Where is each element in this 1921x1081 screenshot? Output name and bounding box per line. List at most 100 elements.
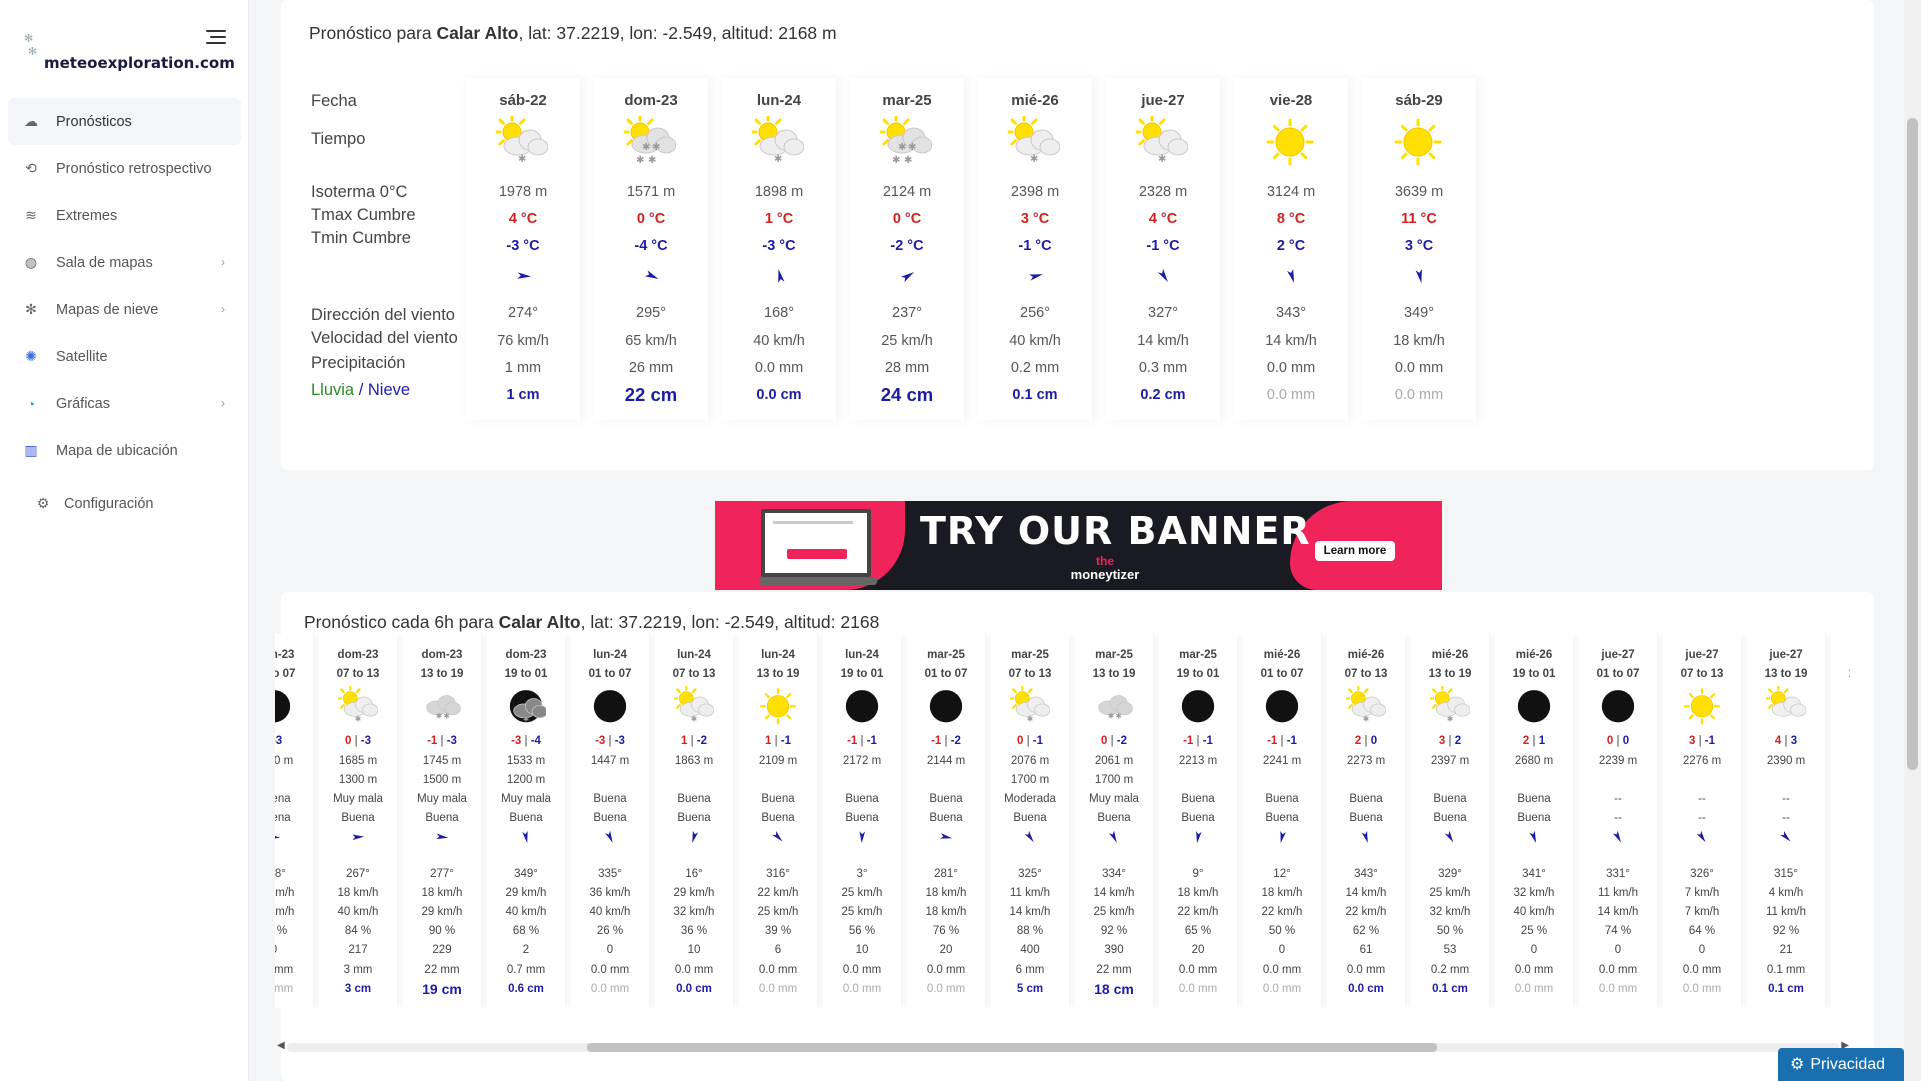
wind-arrow-icon bbox=[1024, 830, 1034, 843]
col-temps: 0 | -3 bbox=[344, 735, 372, 747]
learn-more-button[interactable]: Learn more bbox=[1315, 541, 1395, 561]
menu-item-3[interactable]: ◍ Sala de mapas › bbox=[8, 239, 241, 286]
day-date: sáb-29 bbox=[1395, 92, 1443, 109]
col-isotherm: 2241 m bbox=[1262, 755, 1302, 767]
banner-brand: the moneytizer bbox=[1070, 554, 1140, 582]
sun-cloud-snow-icon: ✱ bbox=[1008, 116, 1060, 165]
col-visibility-b: Buena bbox=[1013, 812, 1047, 824]
col-wind-direction: 335° bbox=[598, 868, 622, 880]
menu-item-0[interactable]: ☁ Pronósticos bbox=[8, 98, 241, 145]
col-cape: 0 bbox=[275, 944, 313, 956]
col-humidity: 25 % bbox=[1520, 925, 1548, 937]
menu-item-5[interactable]: ✺ Satellite bbox=[8, 333, 241, 380]
horizontal-scroll-thumb[interactable] bbox=[587, 1043, 1437, 1052]
wind-arrow-icon bbox=[1612, 830, 1622, 843]
day-column: jue-27 ✱ 2328 m 4 °C -1 °C 327° 14 km/h 0.3 mm 0… bbox=[1106, 78, 1220, 420]
wind-arrow-icon bbox=[1280, 830, 1286, 844]
col-period: 13 to 19 bbox=[1092, 668, 1136, 680]
day-wind-direction: 256° bbox=[1020, 305, 1050, 321]
col-snow-level: 1700 m bbox=[1010, 774, 1050, 786]
col-precipitation: 0.0 mm bbox=[926, 964, 966, 976]
menu-item-1[interactable]: ⟲ Pronóstico retrospectivo bbox=[8, 145, 241, 192]
day-tmax: 1 °C bbox=[764, 211, 794, 227]
col-snow: 0.0 mm bbox=[590, 983, 630, 995]
col-period: 19 to 01 bbox=[1512, 668, 1556, 680]
wind-arrow-icon bbox=[1157, 268, 1168, 283]
vertical-scroll-thumb[interactable] bbox=[1907, 118, 1918, 770]
col-wind-gust: 22 km/h bbox=[1177, 906, 1219, 918]
ad-banner[interactable]: TRY OUR BANNER the moneytizer Learn more bbox=[715, 501, 1442, 590]
sun-cloud-icon bbox=[1766, 686, 1806, 717]
sun-cloud-snow-icon: ✱ bbox=[674, 686, 714, 724]
col-cape: 0 bbox=[1614, 944, 1622, 956]
svg-text:✱: ✱ bbox=[523, 715, 530, 724]
col-temps: 3 | 2 bbox=[1438, 735, 1462, 747]
menu-toggle-icon[interactable] bbox=[206, 30, 226, 44]
sixhour-column: mar-25 07 to 13 ✱ 0 | -1 2076 m 1700 m Moderad… bbox=[991, 634, 1069, 1008]
day-tmin: -3 °C bbox=[506, 238, 540, 254]
menu-item-2[interactable]: ≋ Extremes bbox=[8, 192, 241, 239]
col-humidity: 90 % bbox=[428, 925, 456, 937]
chevron-right-icon: › bbox=[221, 255, 225, 269]
label-precipitation: Precipitación bbox=[311, 354, 406, 372]
col-temps: 2 | 1 bbox=[1522, 735, 1546, 747]
col-humidity: 50 % bbox=[1436, 925, 1464, 937]
menu-item-label: Sala de mapas bbox=[56, 254, 153, 271]
gear-icon: ⚙ bbox=[36, 495, 50, 511]
sixhour-column: dom-23 13 to 19 ✱ ✱ -1 | -3 1745 m 1500 m Muy m… bbox=[403, 634, 481, 1008]
svg-text:✱: ✱ bbox=[636, 155, 644, 166]
col-visibility-b: Buena bbox=[509, 812, 543, 824]
menu-item-4[interactable]: ✻ Mapas de nieve › bbox=[8, 286, 241, 333]
vertical-scrollbar[interactable] bbox=[1904, 0, 1921, 1081]
col-isotherm: 1533 m bbox=[506, 755, 546, 767]
col-precipitation: 22 mm bbox=[1096, 964, 1132, 976]
day-snow: 22 cm bbox=[624, 384, 678, 405]
col-cape: 217 bbox=[348, 944, 368, 956]
col-wind-speed: 29 km/h bbox=[673, 887, 715, 899]
menu-item-8[interactable]: ⚙ Configuración bbox=[8, 480, 241, 527]
day-date: mar-25 bbox=[882, 92, 932, 109]
col-precipitation: 0.0 mm bbox=[275, 964, 294, 976]
col-period: 19 to 01 bbox=[504, 668, 548, 680]
col-cape: 0 bbox=[606, 944, 614, 956]
scroll-left-icon[interactable]: ◀ bbox=[277, 1040, 285, 1051]
horizontal-scrollbar[interactable]: ◀ ▶ bbox=[277, 1040, 1849, 1054]
col-date: lun-24 bbox=[761, 649, 795, 661]
day-wind-direction: 237° bbox=[892, 305, 922, 321]
sixhour-column: lun-24 07 to 13 ✱ 1 | -2 1863 m Buena Buena 16°… bbox=[655, 634, 733, 1008]
col-visibility-b: Buena bbox=[845, 812, 879, 824]
col-wind-gust: 40 km/h bbox=[1513, 906, 1555, 918]
privacy-button[interactable]: ⚙ Privacidad bbox=[1778, 1048, 1904, 1081]
col-snow: 0.0 mm bbox=[1514, 983, 1554, 995]
col-period: 01 to 07 bbox=[924, 668, 968, 680]
day-isotherm: 2398 m bbox=[1010, 184, 1060, 200]
day-wind-speed: 18 km/h bbox=[1393, 333, 1445, 349]
col-wind-speed: 18 km/h bbox=[337, 887, 379, 899]
menu-item-7[interactable]: ▥ Mapa de ubicación bbox=[8, 427, 241, 474]
col-visibility-a: Buena bbox=[845, 793, 879, 805]
wind-arrow-icon bbox=[1196, 831, 1202, 844]
day-isotherm: 3124 m bbox=[1266, 184, 1316, 200]
wind-arrow-icon bbox=[939, 833, 953, 839]
col-wind-direction: 325° bbox=[1018, 868, 1042, 880]
day-tmax: 4 °C bbox=[508, 211, 538, 227]
col-date: jue-27 bbox=[1831, 649, 1850, 661]
col-date: dom-23 bbox=[421, 649, 463, 661]
col-isotherm: 2030 m bbox=[275, 755, 294, 767]
col-period: 01 to 07 bbox=[1596, 668, 1640, 680]
col-temps: 0 | -2 bbox=[1100, 735, 1128, 747]
col-isotherm: 1685 m bbox=[338, 755, 378, 767]
map-columns-icon: ▥ bbox=[24, 442, 38, 458]
menu-item-6[interactable]: ◔ Gráficas › bbox=[8, 380, 241, 427]
col-visibility-b: -- bbox=[1782, 812, 1790, 824]
col-cape: 61 bbox=[1359, 944, 1373, 956]
day-precipitation: 1 mm bbox=[504, 360, 542, 376]
svg-text:✱: ✱ bbox=[436, 712, 443, 721]
day-isotherm: 1571 m bbox=[626, 184, 676, 200]
col-temps: 0 | -1 bbox=[1016, 735, 1044, 747]
day-precipitation: 0.0 mm bbox=[1394, 360, 1444, 376]
sixhour-scroll-area[interactable]: dom-23 01 to 07 | -3 2030 m Buena Buena 278° 2… bbox=[275, 634, 1850, 1008]
main-menu: ☁ Pronósticos ⟲ Pronóstico retrospectivo ≋ Ex… bbox=[8, 98, 241, 527]
col-isotherm: 1863 m bbox=[674, 755, 714, 767]
col-precipitation: 0.2 mm bbox=[1430, 964, 1470, 976]
